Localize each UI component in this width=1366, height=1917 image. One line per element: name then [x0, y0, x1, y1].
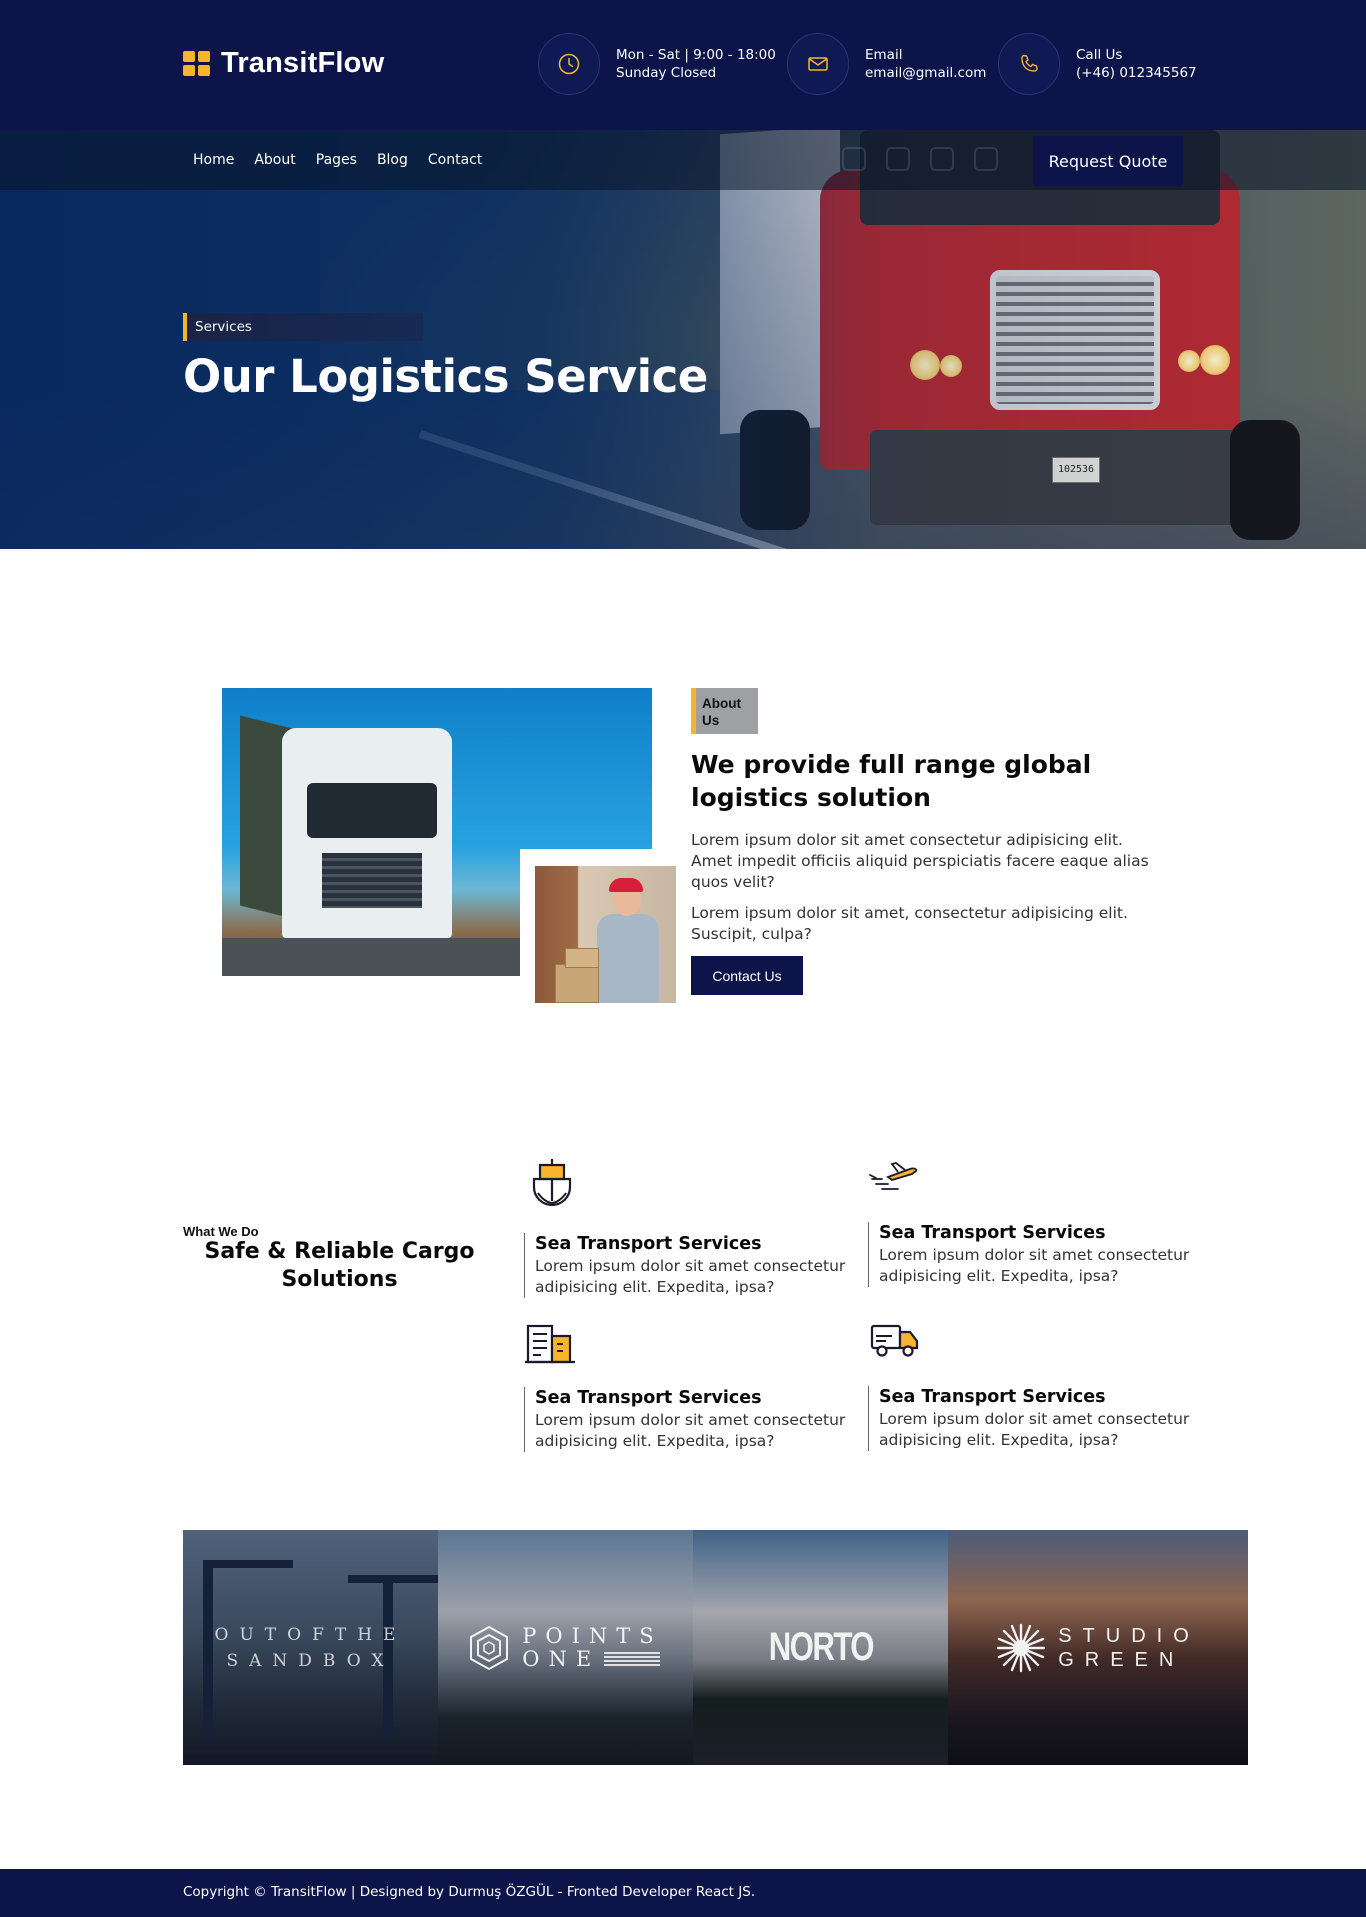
about-paragraph-1: Lorem ipsum dolor sit amet consectetur a…: [691, 831, 1149, 891]
delivery-person-image: [535, 866, 676, 1003]
request-quote-button[interactable]: Request Quote: [1033, 136, 1183, 186]
contact-us-button[interactable]: Contact Us: [691, 956, 803, 995]
page-title: Our Logistics Service: [183, 350, 708, 403]
delivery-truck-icon: [868, 1320, 924, 1376]
logo-text: TransitFlow: [221, 47, 385, 79]
partner-name: NORTO: [768, 1625, 874, 1669]
phone-info: Call Us (+46) 012345567: [998, 33, 1197, 95]
email-label: Email: [865, 47, 903, 63]
service-title: Sea Transport Services: [879, 1223, 1106, 1243]
logo-mark-icon: [183, 50, 211, 77]
partner-logos: OUTOFTHE SANDBOX POINTS ONE NORTO STUDIO…: [183, 1530, 1248, 1765]
phone-icon: [998, 33, 1060, 95]
hours-line2: Sunday Closed: [616, 65, 717, 81]
partner-logo[interactable]: OUTOFTHE SANDBOX: [183, 1530, 438, 1765]
nav-item-blog[interactable]: Blog: [377, 152, 408, 168]
about-title: We provide full range global logistics s…: [691, 750, 1092, 812]
partner-name-line1: POINTS: [522, 1623, 663, 1648]
social-links: [842, 147, 998, 171]
hours-line1: Mon - Sat | 9:00 - 18:00: [616, 47, 776, 63]
copyright-text: Copyright © TransitFlow | Designed by Du…: [183, 1884, 756, 1900]
mail-icon: [787, 33, 849, 95]
footer: Copyright © TransitFlow | Designed by Du…: [0, 1869, 1366, 1917]
services-title: Safe & Reliable Cargo Solutions: [204, 1239, 475, 1292]
service-title: Sea Transport Services: [535, 1388, 762, 1408]
logo[interactable]: TransitFlow: [183, 47, 384, 80]
email-value[interactable]: email@gmail.com: [865, 64, 986, 82]
partner-logo[interactable]: POINTS ONE: [438, 1530, 693, 1765]
linkedin-icon[interactable]: [842, 147, 866, 171]
hours-info: Mon - Sat | 9:00 - 18:00 Sunday Closed: [538, 33, 776, 95]
about-paragraph-2: Lorem ipsum dolor sit amet, consectetur …: [691, 904, 1128, 943]
service-card: Sea Transport Services Lorem ipsum dolor…: [868, 1386, 1198, 1451]
clock-icon: [538, 33, 600, 95]
service-title: Sea Transport Services: [879, 1387, 1106, 1407]
service-card: Sea Transport Services Lorem ipsum dolor…: [524, 1233, 854, 1298]
airplane-icon: [868, 1157, 924, 1213]
partner-logo[interactable]: NORTO: [693, 1530, 948, 1765]
partner-logo[interactable]: STUDIO GREEN: [948, 1530, 1248, 1765]
service-description: Lorem ipsum dolor sit amet consectetur a…: [879, 1410, 1190, 1449]
facebook-icon[interactable]: [974, 147, 998, 171]
top-header: TransitFlow Mon - Sat | 9:00 - 18:00 Sun…: [0, 0, 1366, 130]
main-nav: Home About Pages Blog Contact: [193, 130, 482, 190]
partner-name-line2: GREEN: [1058, 1648, 1185, 1671]
partner-name-line1: OUTOFTHE: [214, 1624, 407, 1645]
warehouse-icon: [524, 1322, 580, 1378]
phone-value[interactable]: (+46) 012345567: [1076, 64, 1197, 82]
nav-item-about[interactable]: About: [254, 152, 295, 168]
hero-tag: Services: [183, 313, 423, 341]
dribbble-icon[interactable]: [886, 147, 910, 171]
nav-item-contact[interactable]: Contact: [428, 152, 482, 168]
partner-name-line1: STUDIO: [1058, 1624, 1200, 1647]
partner-name-line2: ONE: [522, 1646, 601, 1671]
partner-name-line2: SANDBOX: [226, 1650, 395, 1671]
nav-item-pages[interactable]: Pages: [316, 152, 357, 168]
service-card: Sea Transport Services Lorem ipsum dolor…: [868, 1222, 1198, 1287]
phone-label: Call Us: [1076, 47, 1123, 63]
instagram-icon[interactable]: [930, 147, 954, 171]
ship-icon: [524, 1157, 580, 1213]
service-description: Lorem ipsum dolor sit amet consectetur a…: [535, 1411, 846, 1450]
services-kicker: What We Do: [183, 1224, 259, 1239]
email-info: Email email@gmail.com: [787, 33, 986, 95]
nav-item-home[interactable]: Home: [193, 152, 234, 168]
service-title: Sea Transport Services: [535, 1234, 762, 1254]
about-tag: About Us: [691, 688, 758, 734]
service-description: Lorem ipsum dolor sit amet consectetur a…: [535, 1257, 846, 1296]
stripes-icon: [604, 1652, 661, 1666]
starburst-icon: [997, 1623, 1046, 1672]
hexagon-logo-icon: [470, 1625, 509, 1670]
service-description: Lorem ipsum dolor sit amet consectetur a…: [879, 1246, 1190, 1285]
service-card: Sea Transport Services Lorem ipsum dolor…: [524, 1387, 854, 1452]
